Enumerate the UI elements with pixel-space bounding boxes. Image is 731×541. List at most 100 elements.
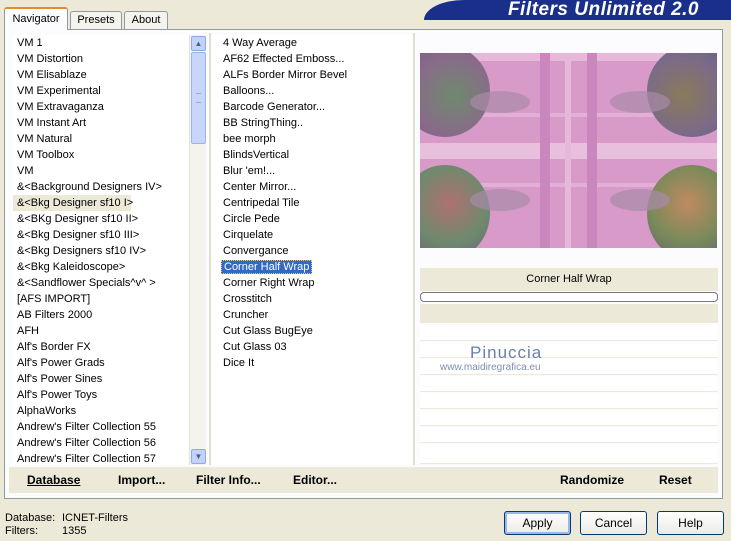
filter-item[interactable]: Crosstitch: [212, 291, 412, 307]
apply-button[interactable]: Apply: [504, 511, 571, 535]
filter-item[interactable]: ALFs Border Mirror Bevel: [212, 67, 412, 83]
scroll-up-button[interactable]: ▲: [191, 36, 206, 51]
filter-info-button[interactable]: Filter Info...: [196, 472, 261, 488]
database-value: ICNET-Filters: [62, 512, 128, 524]
category-item[interactable]: AFH: [13, 323, 189, 339]
filter-item-label: AF62 Effected Emboss...: [223, 53, 345, 65]
filter-item-label: 4 Way Average: [223, 37, 297, 49]
category-item[interactable]: &<Bkg Kaleidoscope>: [13, 259, 189, 275]
parameter-row: [420, 444, 718, 464]
filter-item[interactable]: Blur 'em!...: [212, 163, 412, 179]
randomize-button[interactable]: Randomize: [560, 472, 624, 488]
tab-about[interactable]: About: [124, 11, 168, 30]
help-button[interactable]: Help: [657, 511, 724, 535]
category-item[interactable]: &<Bkg Designers sf10 IV>: [13, 243, 189, 259]
category-scrollbar[interactable]: ▲ ▼: [189, 35, 206, 465]
parameter-row: [420, 325, 718, 341]
app-title-banner: Filters Unlimited 2.0: [424, 0, 731, 20]
parameter-row: [420, 393, 718, 409]
category-item[interactable]: [AFS IMPORT]: [13, 291, 189, 307]
filter-item-label: BB StringThing..: [223, 117, 304, 129]
filter-item[interactable]: Balloons...: [212, 83, 412, 99]
scroll-thumb[interactable]: [191, 52, 206, 144]
filter-item-label: Dice It: [223, 357, 255, 369]
category-item[interactable]: VM: [13, 163, 189, 179]
filter-item[interactable]: Centripedal Tile: [212, 195, 412, 211]
category-item[interactable]: &<BKg Designer sf10 II>: [13, 211, 189, 227]
filter-item[interactable]: Cut Glass 03: [212, 339, 412, 355]
filter-item-label: Convergance: [223, 245, 289, 257]
filter-item[interactable]: Center Mirror...: [212, 179, 412, 195]
category-item[interactable]: VM Experimental: [13, 83, 189, 99]
filter-item-label: Blur 'em!...: [223, 165, 276, 177]
import-button[interactable]: Import...: [118, 472, 165, 488]
editor-button[interactable]: Editor...: [293, 472, 337, 488]
filter-item[interactable]: Corner Right Wrap: [212, 275, 412, 291]
category-list[interactable]: VM 1 VM Distortion VM Elisablaze VM Experim…: [13, 35, 189, 465]
watermark-url: www.maidiregrafica.eu: [440, 362, 541, 373]
reset-button[interactable]: Reset: [659, 472, 692, 488]
category-item[interactable]: VM Natural: [13, 131, 189, 147]
parameter-row: [420, 376, 718, 392]
filter-preview-image: [420, 53, 717, 248]
parameter-row: [420, 410, 718, 426]
list-divider: [209, 33, 211, 465]
parameter-row: [420, 427, 718, 443]
tab-presets[interactable]: Presets: [70, 11, 122, 30]
filter-item-label: ALFs Border Mirror Bevel: [223, 69, 348, 81]
filter-item-label: BlindsVertical: [223, 149, 290, 161]
category-item[interactable]: VM Instant Art: [13, 115, 189, 131]
database-button-label: Database: [27, 473, 81, 487]
category-item[interactable]: VM Distortion: [13, 51, 189, 67]
category-item[interactable]: Alf's Power Grads: [13, 355, 189, 371]
filters-count-value: 1355: [62, 525, 87, 537]
filter-item-label: Cut Glass BugEye: [223, 325, 313, 337]
filter-item[interactable]: bee morph: [212, 131, 412, 147]
filter-item[interactable]: Circle Pede: [212, 211, 412, 227]
tab-navigator[interactable]: Navigator: [4, 7, 68, 30]
category-item[interactable]: VM Extravaganza: [13, 99, 189, 115]
category-item[interactable]: Andrew's Filter Collection 55: [13, 419, 189, 435]
filter-item[interactable]: Barcode Generator...: [212, 99, 412, 115]
filter-item[interactable]: Corner Half Wrap: [212, 259, 412, 275]
selected-filter-name: Corner Half Wrap: [420, 268, 718, 291]
filter-item[interactable]: BB StringThing..: [212, 115, 412, 131]
filter-item[interactable]: Dice It: [212, 355, 412, 371]
scroll-down-button[interactable]: ▼: [191, 449, 206, 464]
category-item[interactable]: VM Toolbox: [13, 147, 189, 163]
filter-item[interactable]: Cirquelate: [212, 227, 412, 243]
filter-item-label: bee morph: [223, 133, 276, 145]
category-item[interactable]: &<Bkg Designer sf10 III>: [13, 227, 189, 243]
filter-item-label: Cut Glass 03: [223, 341, 287, 353]
category-item[interactable]: VM Elisablaze: [13, 67, 189, 83]
category-item[interactable]: Alf's Power Sines: [13, 371, 189, 387]
progress-bar: [420, 292, 718, 302]
category-item[interactable]: &<Background Designers IV>: [13, 179, 189, 195]
filter-item[interactable]: Convergance: [212, 243, 412, 259]
filter-item-label: Center Mirror...: [223, 181, 297, 193]
category-item[interactable]: Alf's Power Toys: [13, 387, 189, 403]
parameter-row: [420, 342, 718, 358]
filter-list[interactable]: 4 Way Average AF62 Effected Emboss... ALFs…: [212, 35, 412, 465]
filter-item[interactable]: BlindsVertical: [212, 147, 412, 163]
filter-item-label: Balloons...: [223, 85, 275, 97]
filter-item-label: Circle Pede: [223, 213, 280, 225]
filter-item-label: Cruncher: [223, 309, 269, 321]
category-item[interactable]: Andrew's Filter Collection 56: [13, 435, 189, 451]
parameter-area: [420, 304, 718, 323]
filter-item[interactable]: 4 Way Average: [212, 35, 412, 51]
category-item[interactable]: AB Filters 2000: [13, 307, 189, 323]
category-item[interactable]: &<Sandflower Specials^v^ >: [13, 275, 189, 291]
database-button[interactable]: Database: [27, 472, 80, 488]
filter-item[interactable]: AF62 Effected Emboss...: [212, 51, 412, 67]
category-item[interactable]: &<Bkg Designer sf10 I>: [13, 195, 133, 211]
filter-item-label: Crosstitch: [223, 293, 272, 305]
filter-item[interactable]: Cruncher: [212, 307, 412, 323]
category-item[interactable]: Andrew's Filter Collection 57: [13, 451, 189, 465]
filter-item[interactable]: Cut Glass BugEye: [212, 323, 412, 339]
category-item[interactable]: Alf's Border FX: [13, 339, 189, 355]
cancel-button[interactable]: Cancel: [580, 511, 647, 535]
category-item[interactable]: VM 1: [13, 35, 189, 51]
category-item[interactable]: AlphaWorks: [13, 403, 189, 419]
preview-divider: [413, 33, 415, 465]
